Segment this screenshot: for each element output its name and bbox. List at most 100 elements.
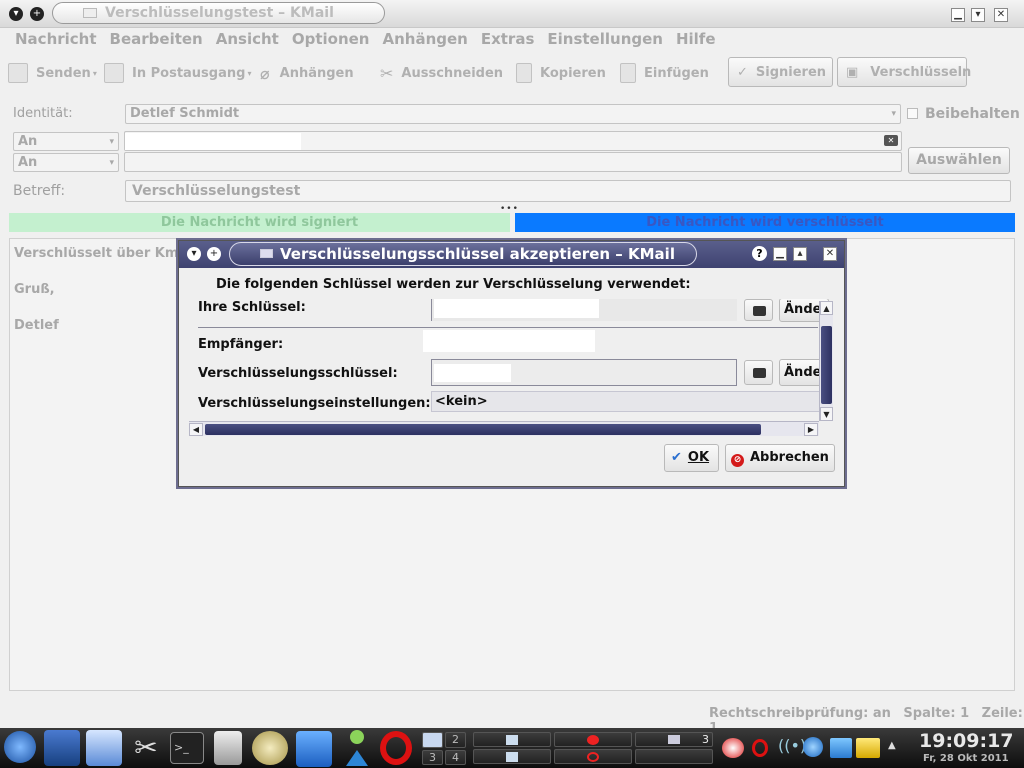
toolbar-copy[interactable]: Kopieren (516, 62, 606, 84)
section-divider (198, 327, 818, 328)
scroll-right-icon[interactable]: ▶ (804, 423, 818, 436)
recipient-value-redacted (423, 330, 595, 352)
horizontal-scrollbar[interactable]: ◀ ▶ (189, 421, 819, 436)
dialog-maximize-icon[interactable]: ▴ (793, 247, 807, 261)
task-slot-3[interactable] (554, 732, 632, 747)
menu-ansicht[interactable]: Ansicht (216, 30, 279, 48)
pager-desktop-3[interactable]: 3 (422, 750, 443, 765)
menu-bearbeiten[interactable]: Bearbeiten (110, 30, 203, 48)
pager-desktop-1[interactable]: 1 (422, 732, 443, 748)
keep-checkbox[interactable] (907, 108, 918, 119)
outbox-icon (104, 63, 124, 83)
recipient-field-1[interactable]: ✕ (124, 131, 902, 151)
enc-key-label: Verschlüsselungsschlüssel: (198, 366, 398, 381)
scroll-up-icon[interactable]: ▲ (820, 301, 833, 315)
tools-icon[interactable]: ✂ (128, 730, 164, 766)
tray-santa-icon[interactable] (722, 738, 744, 758)
menu-extras[interactable]: Extras (481, 30, 535, 48)
clear-enc-key-icon[interactable] (744, 360, 773, 385)
scroll-left-icon[interactable]: ◀ (189, 423, 203, 436)
system-settings-icon[interactable] (86, 730, 122, 766)
window-menu-icon[interactable]: ▾ (9, 7, 23, 21)
enc-settings-combo[interactable]: <kein> (431, 391, 831, 412)
dialog-pin-icon[interactable]: + (207, 247, 221, 261)
tray-network-manager-icon[interactable] (830, 738, 852, 758)
toolbar-sign[interactable]: ✓ Signieren (728, 57, 833, 87)
kde-menu-icon[interactable] (4, 731, 36, 763)
copy-icon (516, 63, 532, 83)
tray-expand-icon[interactable]: ▲ (888, 740, 896, 751)
identity-combo[interactable]: Detlef Schmidt ▾ (125, 104, 901, 124)
menu-optionen[interactable]: Optionen (292, 30, 370, 48)
clock-date[interactable]: Fr, 28 Okt 2011 (923, 753, 1009, 764)
pager-desktop-4[interactable]: 4 (445, 750, 466, 765)
subject-field[interactable]: Verschlüsselungstest (125, 180, 1011, 202)
body-line-2: Gruß, (14, 282, 55, 297)
to-type-combo-1[interactable]: An ▾ (13, 132, 119, 151)
scroll-down-icon[interactable]: ▼ (820, 407, 833, 421)
cancel-button[interactable]: ⊘ Abbrechen (725, 444, 835, 472)
recipient-label: Empfänger: (198, 337, 284, 352)
menu-anhaengen[interactable]: Anhängen (382, 30, 467, 48)
phone-icon[interactable] (252, 731, 288, 765)
dialog-intro: Die folgenden Schlüssel werden zur Versc… (216, 277, 691, 292)
kopete-icon[interactable] (296, 731, 332, 767)
toolbar-attach[interactable]: ⌀ Anhängen (260, 62, 354, 84)
pager-desktop-2[interactable]: 2 (445, 732, 466, 748)
toolbar-encrypt[interactable]: ▣ Verschlüsseln (837, 57, 971, 87)
help-icon[interactable]: ? (752, 246, 767, 261)
body-line-1: Verschlüsselt über Km (14, 246, 179, 261)
dialog-close-icon[interactable]: ✕ (823, 247, 837, 261)
calculator-icon[interactable] (214, 731, 242, 765)
minimize-icon[interactable]: ▁ (951, 8, 965, 22)
toolbar-paste[interactable]: Einfügen (620, 62, 709, 84)
toolbar-send[interactable]: Senden ▾ (8, 62, 97, 84)
chevron-down-icon: ▾ (891, 109, 896, 119)
menubar: Nachricht Bearbeiten Ansicht Optionen Anhäng… (15, 30, 729, 52)
toolbar-cut[interactable]: ✂ Ausschneiden (380, 62, 503, 84)
clear-your-keys-icon[interactable] (744, 299, 773, 321)
task-slot-6[interactable] (635, 749, 713, 764)
tray-globe-icon[interactable] (803, 737, 823, 757)
task-slot-2[interactable] (473, 749, 551, 764)
desktop-icon[interactable] (44, 730, 80, 766)
main-titlebar[interactable]: ▾ + Verschlüsselungstest – KMail ▁ ▾ ✕ (0, 0, 1024, 28)
task-slot-kmail-group[interactable]: 3 (635, 732, 713, 747)
your-keys-field[interactable] (431, 299, 737, 321)
task-slot-1[interactable] (473, 732, 551, 747)
task-slot-4[interactable] (554, 749, 632, 764)
terminal-icon[interactable]: >_ (170, 732, 204, 764)
accept-keys-dialog: ▾ + Verschlüsselungsschlüssel akzeptiere… (178, 240, 845, 487)
dialog-minimize-icon[interactable]: ▁ (773, 247, 787, 261)
toolbar-outbox[interactable]: In Postausgang ▾ (104, 62, 251, 84)
menu-hilfe[interactable]: Hilfe (676, 30, 716, 48)
your-keys-value-redacted (434, 299, 599, 318)
close-icon[interactable]: ✕ (994, 8, 1008, 22)
pin-icon[interactable]: + (30, 7, 44, 21)
to-type-combo-2[interactable]: An ▾ (13, 153, 119, 172)
tray-notes-icon[interactable] (856, 738, 880, 758)
ok-button[interactable]: ✔ OK (664, 444, 719, 472)
recipient-field-2[interactable] (124, 152, 902, 172)
horizontal-scroll-thumb[interactable] (205, 424, 761, 435)
opera-icon[interactable] (380, 731, 412, 765)
network-icon[interactable] (340, 730, 374, 766)
dialog-titlebar[interactable]: ▾ + Verschlüsselungsschlüssel akzeptiere… (179, 241, 844, 268)
clear-field-icon[interactable]: ✕ (884, 135, 898, 146)
clock-time[interactable]: 19:09:17 (919, 730, 1014, 752)
tray-opera-icon[interactable] (752, 739, 768, 757)
vertical-scrollbar[interactable]: ▲ ▼ (819, 301, 833, 421)
choose-button[interactable]: Auswählen ... (908, 147, 1010, 193)
enc-key-field[interactable] (431, 359, 737, 386)
maximize-icon[interactable]: ▾ (971, 8, 985, 22)
send-icon (8, 63, 28, 83)
vertical-scroll-thumb[interactable] (821, 326, 832, 404)
subject-label: Betreff: (13, 183, 66, 199)
cancel-icon: ⊘ (731, 454, 744, 467)
desktop-pager[interactable]: 1 2 3 4 (420, 730, 468, 766)
dialog-menu-icon[interactable]: ▾ (187, 247, 201, 261)
menu-nachricht[interactable]: Nachricht (15, 30, 97, 48)
sign-status-bar: Die Nachricht wird signiert (9, 213, 510, 232)
menu-einstellungen[interactable]: Einstellungen (547, 30, 663, 48)
recipient-value-redacted (125, 133, 301, 150)
